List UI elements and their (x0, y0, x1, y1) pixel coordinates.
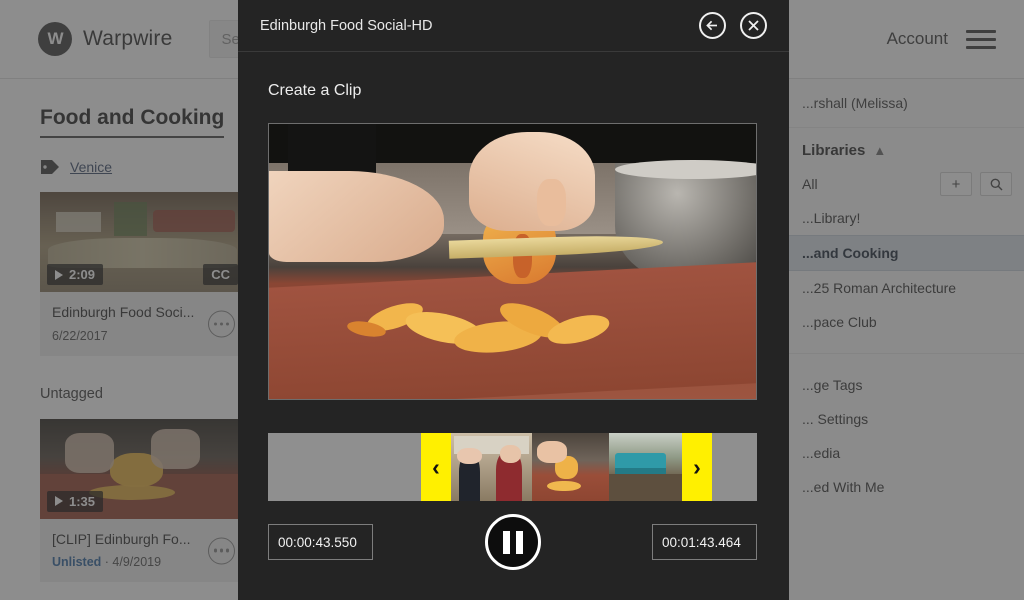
modal-title: Edinburgh Food Social-HD (260, 17, 433, 34)
chevron-left-handle: ‹ (432, 453, 440, 480)
clip-timeline-filmstrip[interactable]: ‹ › (268, 433, 757, 501)
timeline-segment-selected-1[interactable] (451, 433, 532, 501)
play-pause-button[interactable] (484, 514, 541, 570)
chevron-right-handle: › (693, 453, 701, 480)
timeline-segment-before[interactable] (268, 433, 421, 501)
clip-end-time-input[interactable]: 00:01:43.464 (652, 524, 757, 560)
video-player[interactable] (268, 123, 757, 400)
modal-body: Create a Clip ‹ › 00:00:43.550 00:01:43.… (238, 52, 789, 600)
pause-icon-bar-right (515, 530, 523, 554)
timeline-segment-selected-2[interactable] (532, 433, 609, 501)
timeline-segment-after[interactable] (712, 433, 757, 501)
close-icon[interactable] (740, 12, 767, 39)
modal-heading: Create a Clip (268, 82, 362, 99)
modal-header-actions (699, 12, 767, 39)
clip-controls: 00:00:43.550 00:01:43.464 (268, 514, 757, 570)
timeline-segment-selected-3[interactable] (609, 433, 682, 501)
clip-start-time-input[interactable]: 00:00:43.550 (268, 524, 373, 560)
video-frame-image (269, 124, 756, 399)
create-clip-modal: Edinburgh Food Social-HD Create a Clip ‹… (238, 0, 789, 600)
back-arrow-icon[interactable] (699, 12, 726, 39)
modal-header: Edinburgh Food Social-HD (238, 0, 789, 52)
clip-end-handle[interactable]: › (682, 433, 712, 501)
pause-icon-bar-left (502, 530, 510, 554)
clip-start-handle[interactable]: ‹ (421, 433, 451, 501)
